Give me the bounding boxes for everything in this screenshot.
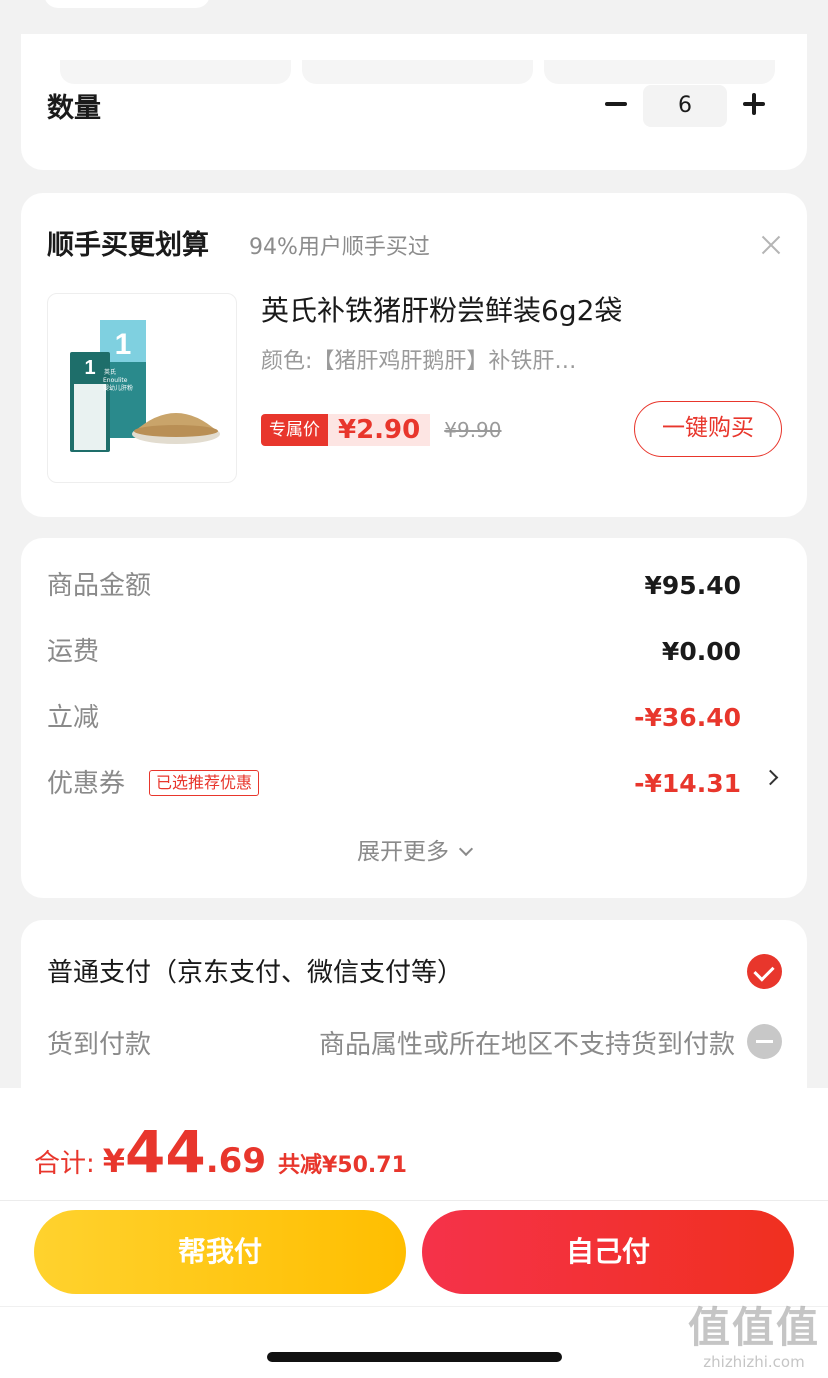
coupon-badge: 已选推荐优惠 (149, 770, 260, 796)
svg-text:Enoulite: Enoulite (103, 377, 128, 384)
total-integer: 44 (125, 1118, 206, 1186)
upsell-title: 顺手买更划算 (47, 230, 209, 261)
payment-cod-note: 商品属性或所在地区不支持货到付款 (318, 1030, 735, 1060)
total-price: 合计: ¥ 44 .69 共减¥50.71 (34, 1118, 407, 1188)
summary-row-shipping: 运费 ¥0.00 (47, 632, 741, 672)
upsell-price: 专属价 ¥2.90 ¥9.90 (261, 413, 502, 447)
expand-more-label: 展开更多 (357, 839, 449, 865)
original-price: ¥9.90 (444, 418, 502, 442)
disabled-icon (747, 1024, 782, 1059)
total-decimal: .69 (205, 1141, 266, 1181)
self-pay-button[interactable]: 自己付 (422, 1210, 794, 1294)
watermark-url: zhizhizhi.com (703, 1353, 805, 1371)
summary-label: 运费 (47, 637, 100, 667)
chevron-right-icon[interactable] (765, 770, 779, 784)
watermark: 值值值 zhizhizhi.com (688, 1294, 820, 1371)
summary-label: 优惠券 (47, 769, 126, 799)
summary-value: ¥0.00 (661, 637, 741, 666)
top-partial-pill (44, 0, 210, 8)
checkout-bottom-bar: 合计: ¥ 44 .69 共减¥50.71 帮我付 自己付 值值值 zhizhi… (0, 1088, 828, 1378)
chevron-down-icon (458, 841, 474, 857)
spec-option-chip[interactable] (60, 60, 291, 84)
svg-text:1: 1 (84, 357, 95, 379)
top-strip (0, 0, 828, 34)
svg-text:婴幼儿肝粉: 婴幼儿肝粉 (103, 384, 133, 392)
expand-more-button[interactable]: 展开更多 (21, 832, 807, 866)
quantity-card: 数量 6 (21, 34, 807, 170)
summary-label: 立减 (47, 703, 100, 733)
upsell-product-spec: 颜色:【猪肝鸡肝鹅肝】补铁肝… (261, 349, 577, 374)
minus-icon[interactable] (603, 84, 629, 124)
divider (0, 1200, 828, 1201)
product-image-svg: 1 1 英氏 Enoulite 婴幼儿肝粉 (70, 320, 220, 452)
quantity-label: 数量 (47, 93, 101, 124)
one-click-buy-button[interactable]: 一键购买 (634, 401, 782, 457)
home-indicator[interactable] (267, 1352, 562, 1362)
help-pay-button[interactable]: 帮我付 (34, 1210, 406, 1294)
plus-icon[interactable] (741, 84, 767, 124)
summary-value: -¥14.31 (634, 769, 741, 798)
total-label: 合计: (34, 1149, 95, 1179)
summary-row-coupon[interactable]: 优惠券 已选推荐优惠 -¥14.31 (47, 764, 741, 804)
spec-option-chip[interactable] (544, 60, 775, 84)
exclusive-price-tag: 专属价 (261, 414, 328, 446)
watermark-logo: 值值值 (687, 1303, 820, 1352)
summary-row-goods: 商品金额 ¥95.40 (47, 566, 741, 606)
svg-text:英氏: 英氏 (104, 368, 116, 376)
svg-text:1: 1 (115, 328, 132, 361)
summary-row-discount: 立减 -¥36.40 (47, 698, 741, 738)
check-icon[interactable] (747, 954, 782, 989)
exclusive-price: ¥2.90 (328, 414, 431, 446)
payment-cod-option: 货到付款 (47, 1030, 152, 1060)
close-icon[interactable] (759, 233, 783, 257)
upsell-subtitle: 94%用户顺手买过 (249, 235, 430, 260)
quantity-input[interactable]: 6 (643, 85, 727, 127)
upsell-card: 顺手买更划算 94%用户顺手买过 1 1 英氏 Enoulite 婴幼儿肝粉 英… (21, 193, 807, 517)
total-saved: 共减¥50.71 (277, 1153, 407, 1178)
product-image[interactable]: 1 1 英氏 Enoulite 婴幼儿肝粉 (47, 293, 237, 483)
spec-option-chip[interactable] (302, 60, 533, 84)
summary-value: ¥95.40 (644, 571, 741, 600)
summary-value: -¥36.40 (634, 703, 741, 732)
total-currency: ¥ (102, 1142, 126, 1180)
price-summary-card: 商品金额 ¥95.40 运费 ¥0.00 立减 -¥36.40 优惠券 已选推荐… (21, 538, 807, 898)
upsell-product-name[interactable]: 英氏补铁猪肝粉尝鲜装6g2袋 (261, 289, 622, 329)
summary-label: 商品金额 (47, 571, 152, 601)
payment-normal-option[interactable]: 普通支付（京东支付、微信支付等） (47, 952, 463, 989)
